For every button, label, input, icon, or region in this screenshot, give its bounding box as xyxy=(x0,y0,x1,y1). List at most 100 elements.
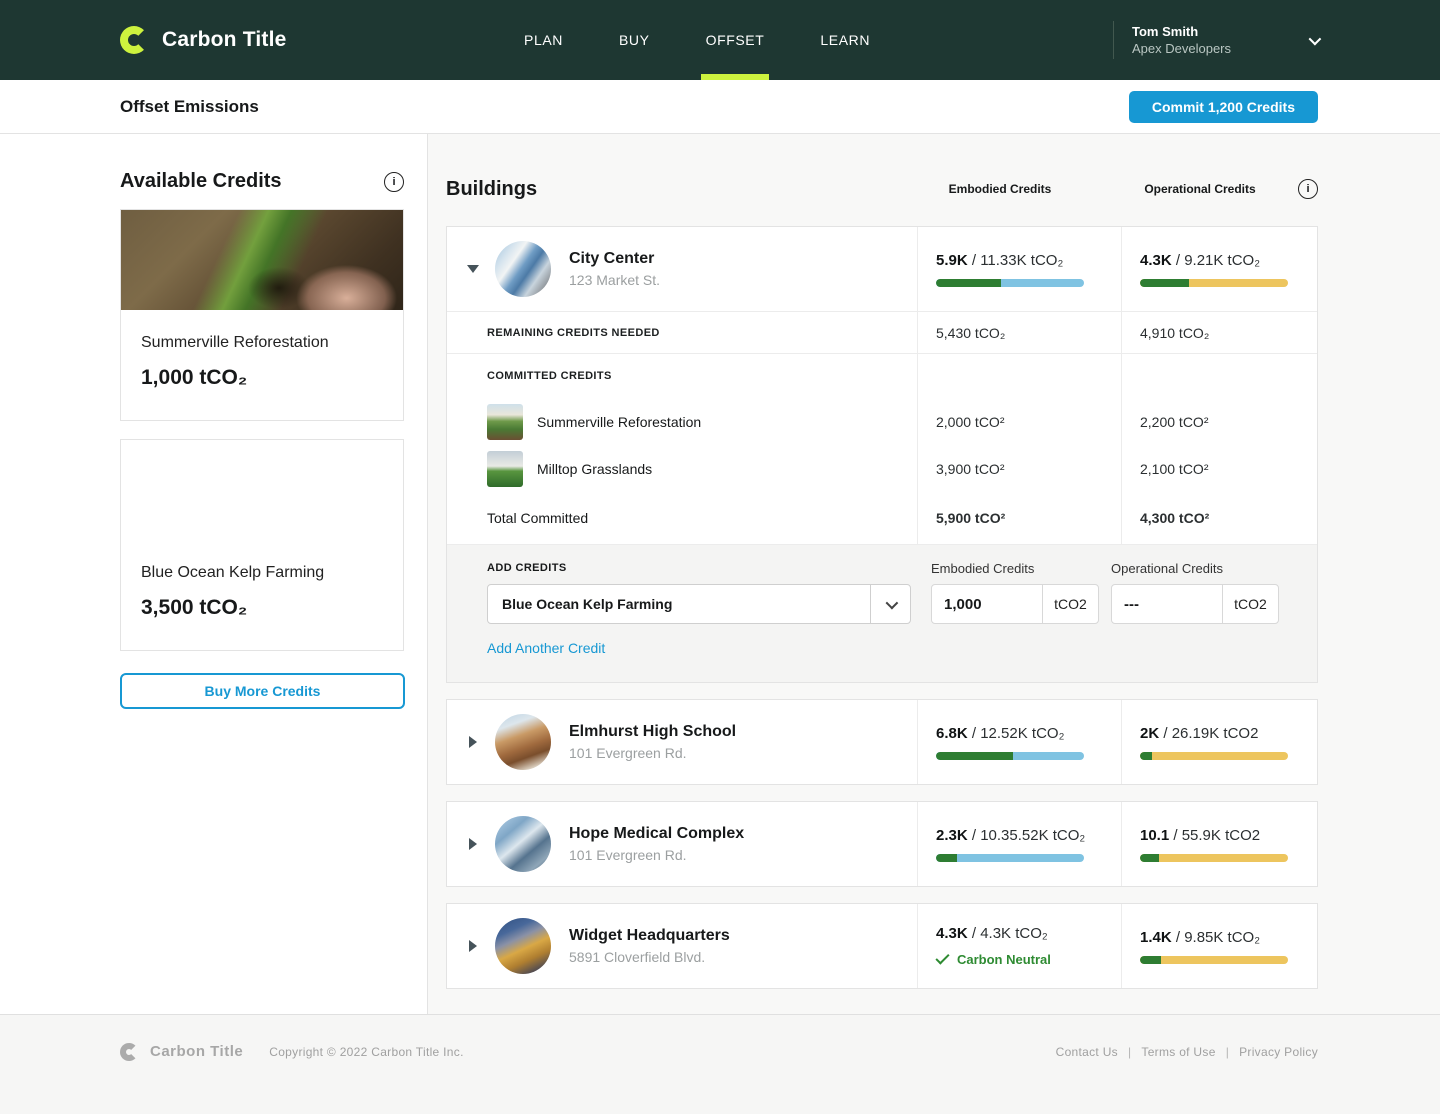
user-org: Apex Developers xyxy=(1132,40,1231,57)
buildings-panel: Buildings Embodied Credits Operational C… xyxy=(428,134,1440,1014)
user-menu[interactable]: Tom Smith Apex Developers xyxy=(1113,0,1318,80)
footer-logo-icon xyxy=(120,1043,138,1061)
triangle-right-icon xyxy=(469,838,477,850)
buildings-title: Buildings xyxy=(446,178,918,201)
brand-name: Carbon Title xyxy=(162,28,287,52)
operational-credits-input[interactable]: --- xyxy=(1112,585,1222,623)
credit-select-value: Blue Ocean Kelp Farming xyxy=(488,585,870,623)
page-title: Offset Emissions xyxy=(120,97,259,117)
footer-brand: Carbon Title xyxy=(150,1043,243,1060)
footer-link-privacy[interactable]: Privacy Policy xyxy=(1226,1045,1318,1059)
footer-link-terms[interactable]: Terms of Use xyxy=(1128,1045,1216,1059)
building-address: 123 Market St. xyxy=(569,272,660,288)
operational-input-label: Operational Credits xyxy=(1111,561,1279,576)
credit-select-dropdown[interactable]: Blue Ocean Kelp Farming xyxy=(487,584,911,624)
building-address: 5891 Cloverfield Blvd. xyxy=(569,949,730,965)
total-committed-row: Total Committed 5,900 tCO² 4,300 tCO² xyxy=(447,492,1317,544)
credit-name: Summerville Reforestation xyxy=(141,334,383,352)
building-name: Hope Medical Complex xyxy=(569,825,744,843)
footer-link-contact[interactable]: Contact Us xyxy=(1056,1045,1118,1059)
credit-name: Blue Ocean Kelp Farming xyxy=(141,564,383,582)
user-name: Tom Smith xyxy=(1132,23,1231,40)
building-name: City Center xyxy=(569,250,660,268)
building-card-widget: Widget Headquarters 5891 Cloverfield Blv… xyxy=(446,903,1318,989)
credit-amount: 3,500 tCO₂ xyxy=(141,596,383,620)
committed-credit-row: Milltop Grasslands 3,900 tCO² 2,100 tCO² xyxy=(447,445,1317,492)
building-name: Widget Headquarters xyxy=(569,927,730,945)
remaining-operational: 4,910 tCO₂ xyxy=(1140,325,1317,341)
committed-credits-label: COMMITTED CREDITS xyxy=(487,370,612,382)
operational-unit-suffix: tCO2 xyxy=(1222,585,1278,623)
building-name: Elmhurst High School xyxy=(569,723,736,741)
triangle-down-icon xyxy=(467,265,479,273)
expand-toggle[interactable] xyxy=(461,736,485,748)
embodied-unit-suffix: tCO2 xyxy=(1042,585,1098,623)
col-header-operational: Operational Credits xyxy=(1122,182,1318,196)
chevron-down-icon[interactable] xyxy=(1309,32,1322,45)
building-card-city-center: City Center 123 Market St. 5.9K / 11.33K… xyxy=(446,226,1318,683)
checkmark-icon xyxy=(935,950,949,964)
add-another-credit-link[interactable]: Add Another Credit xyxy=(487,640,605,656)
committed-credit-name: Summerville Reforestation xyxy=(537,414,701,430)
operational-progress-bar xyxy=(1140,854,1288,862)
building-avatar xyxy=(495,714,551,770)
remaining-credits-label: REMAINING CREDITS NEEDED xyxy=(487,327,660,339)
page-header: Offset Emissions Commit 1,200 Credits xyxy=(0,80,1440,134)
embodied-credits-input[interactable]: 1,000 xyxy=(932,585,1042,623)
remaining-credits-row: REMAINING CREDITS NEEDED 5,430 tCO₂ 4,91… xyxy=(447,311,1317,353)
add-credits-section: ADD CREDITS Blue Ocean Kelp Farming Embo… xyxy=(447,544,1317,682)
committed-credit-name: Milltop Grasslands xyxy=(537,461,652,477)
committed-operational: 2,100 tCO² xyxy=(1140,461,1317,477)
credit-amount: 1,000 tCO₂ xyxy=(141,366,383,390)
committed-credits-section: COMMITTED CREDITS Summerville Reforestat… xyxy=(447,353,1317,544)
triangle-right-icon xyxy=(469,940,477,952)
operational-progress-bar xyxy=(1140,956,1288,964)
building-avatar xyxy=(495,918,551,974)
summerville-photo xyxy=(121,210,403,310)
carbon-neutral-badge: Carbon Neutral xyxy=(936,952,1121,967)
remaining-embodied: 5,430 tCO₂ xyxy=(936,325,1121,341)
total-embodied: 5,900 tCO² xyxy=(936,510,1121,526)
expand-toggle[interactable] xyxy=(461,838,485,850)
nav-buy[interactable]: BUY xyxy=(619,0,650,80)
main-nav: PLAN BUY OFFSET LEARN xyxy=(524,0,870,80)
embodied-credits-value: 4.3K / 4.3K tCO₂ xyxy=(936,925,1121,942)
building-address: 101 Evergreen Rd. xyxy=(569,745,736,761)
committed-credit-row: Summerville Reforestation 2,000 tCO² 2,2… xyxy=(447,398,1317,445)
col-header-embodied: Embodied Credits xyxy=(918,182,1122,196)
total-committed-label: Total Committed xyxy=(447,492,917,544)
summerville-thumb xyxy=(487,404,523,440)
info-icon[interactable] xyxy=(384,172,404,192)
operational-progress-bar xyxy=(1140,279,1288,287)
credit-card-kelp[interactable]: Blue Ocean Kelp Farming 3,500 tCO₂ xyxy=(120,439,404,651)
divider xyxy=(1113,21,1114,59)
info-icon[interactable] xyxy=(1298,179,1318,199)
available-credits-title: Available Credits xyxy=(120,170,282,193)
footer: Carbon Title Copyright © 2022 Carbon Tit… xyxy=(0,1014,1440,1114)
milltop-thumb xyxy=(487,451,523,487)
committed-embodied: 2,000 tCO² xyxy=(936,414,1121,430)
nav-offset[interactable]: OFFSET xyxy=(706,0,765,80)
embodied-progress-bar xyxy=(936,279,1084,287)
operational-credits-value: 1.4K / 9.85K tCO₂ xyxy=(1140,929,1317,946)
operational-credits-value: 2K / 26.19K tCO2 xyxy=(1140,725,1317,742)
nav-learn[interactable]: LEARN xyxy=(820,0,870,80)
buy-more-credits-button[interactable]: Buy More Credits xyxy=(120,673,405,709)
footer-copyright: Copyright © 2022 Carbon Title Inc. xyxy=(269,1045,463,1059)
operational-credits-value: 10.1 / 55.9K tCO2 xyxy=(1140,827,1317,844)
commit-credits-button[interactable]: Commit 1,200 Credits xyxy=(1129,91,1318,123)
dropdown-chevron[interactable] xyxy=(870,585,910,623)
embodied-credits-value: 5.9K / 11.33K tCO₂ xyxy=(936,252,1121,269)
credit-card-summerville[interactable]: Summerville Reforestation 1,000 tCO₂ xyxy=(120,209,404,421)
expand-toggle[interactable] xyxy=(461,940,485,952)
embodied-progress-bar xyxy=(936,854,1084,862)
building-avatar xyxy=(495,241,551,297)
collapse-toggle[interactable] xyxy=(461,265,485,273)
embodied-credits-value: 6.8K / 12.52K tCO₂ xyxy=(936,725,1121,742)
carbon-title-logo-icon xyxy=(120,26,148,54)
chevron-down-icon xyxy=(886,596,899,609)
building-address: 101 Evergreen Rd. xyxy=(569,847,744,863)
operational-credits-value: 4.3K / 9.21K tCO₂ xyxy=(1140,252,1317,269)
embodied-credits-value: 2.3K / 10.35.52K tCO₂ xyxy=(936,827,1121,844)
nav-plan[interactable]: PLAN xyxy=(524,0,563,80)
